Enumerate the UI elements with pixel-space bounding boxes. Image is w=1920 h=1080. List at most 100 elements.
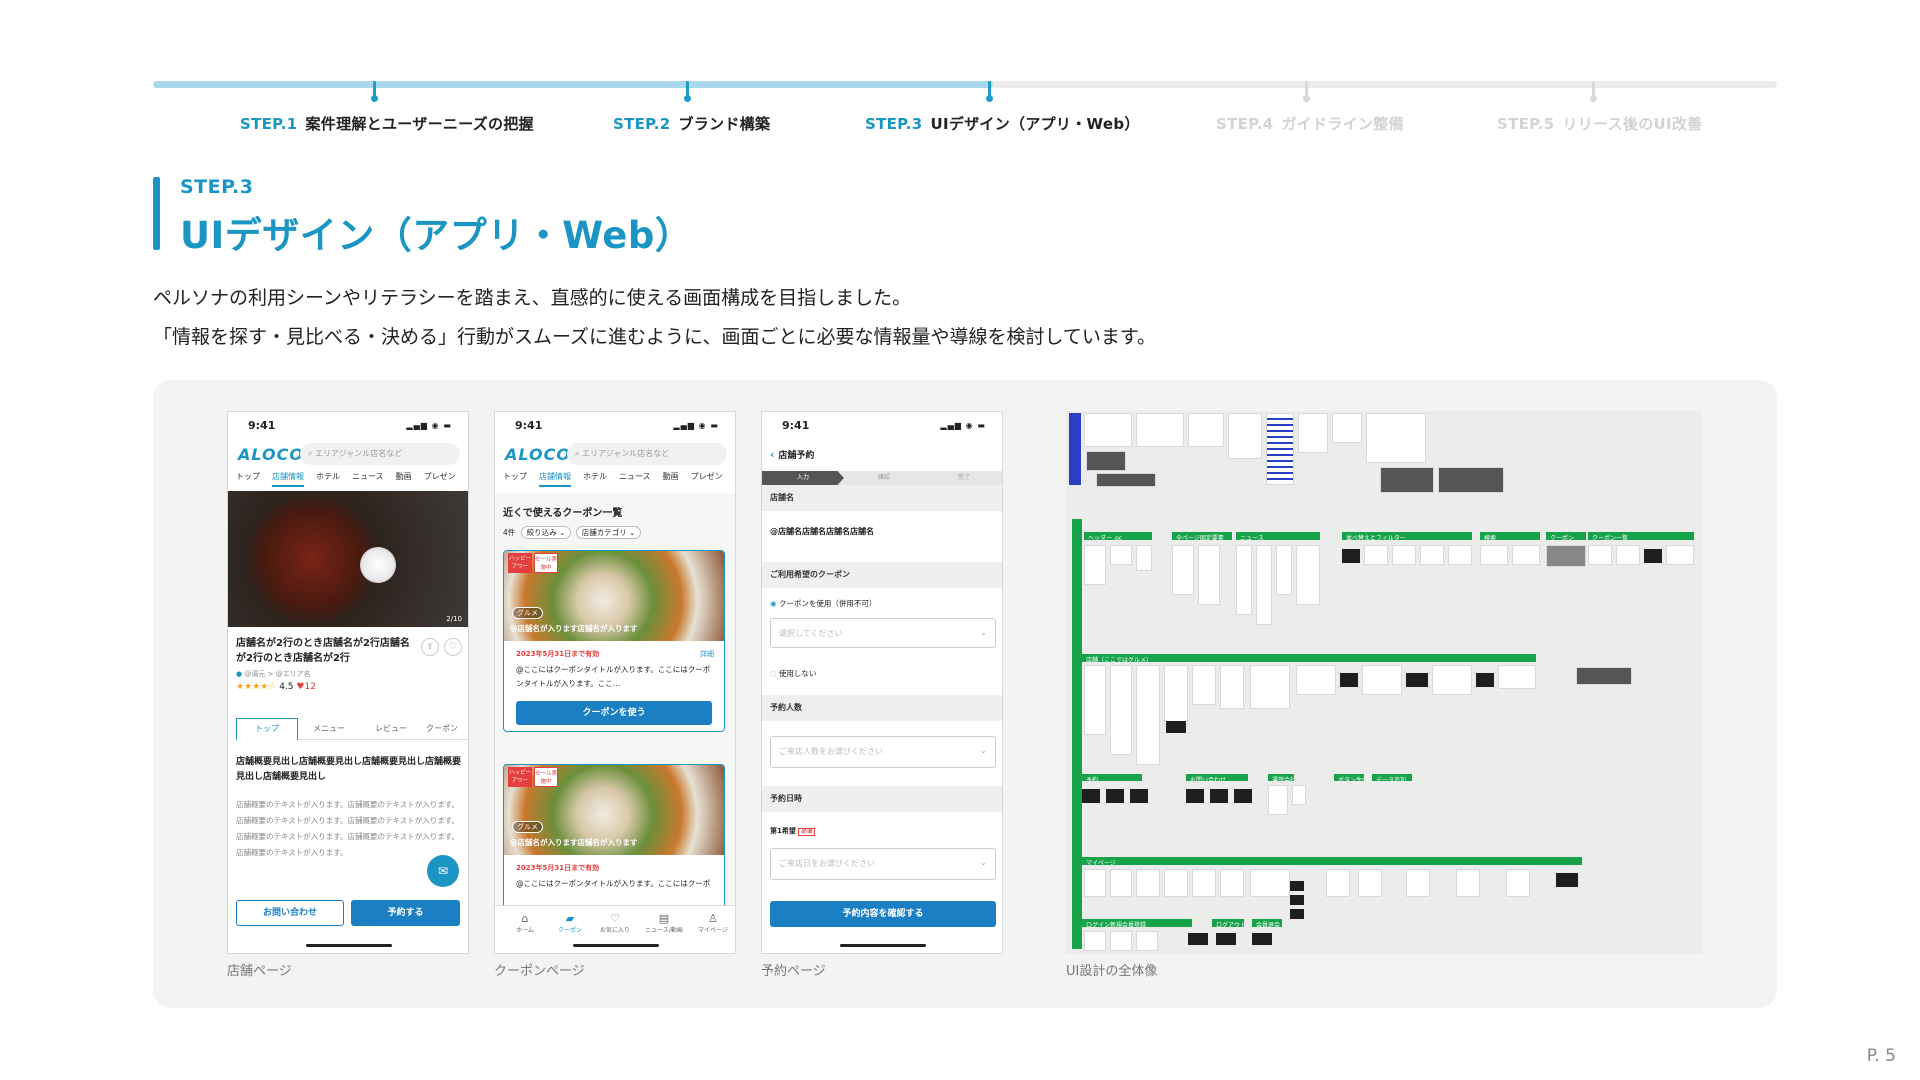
overview-section-label: 予約 bbox=[1082, 774, 1142, 781]
overview-card bbox=[1084, 413, 1132, 447]
overview-card bbox=[1188, 413, 1224, 447]
caption-coupon-page: クーポンページ bbox=[494, 964, 585, 979]
reserve-button[interactable]: 予約する bbox=[351, 900, 460, 926]
coupon-title: @ここにはクーポンタイトルが入ります。ここにはクーポンタイトルが入ります。ここ… bbox=[516, 665, 711, 688]
overview-card bbox=[1266, 413, 1294, 485]
shop-summary-body: 店舗概要のテキストが入ります。店舗概要のテキストが入ります。店舗概要のテキストが… bbox=[236, 800, 460, 857]
overview-card bbox=[1432, 665, 1472, 695]
nav-mypage[interactable]: ♙ マイページ bbox=[691, 912, 735, 934]
overview-card bbox=[1106, 789, 1124, 803]
overview-card bbox=[1136, 665, 1160, 765]
overview-card bbox=[1406, 869, 1430, 897]
overview-card bbox=[1326, 869, 1350, 897]
coupon-detail-link[interactable]: 詳細 bbox=[700, 649, 714, 659]
category-filter-button[interactable]: 店舗カテゴリ ⌄ bbox=[575, 526, 642, 539]
user-icon: ♙ bbox=[708, 912, 718, 925]
overview-card bbox=[1172, 545, 1194, 595]
no-coupon-radio[interactable]: ○ 使用しない bbox=[770, 668, 816, 679]
first-choice-label: 第1希望 必須 bbox=[770, 826, 816, 836]
overview-card bbox=[1380, 467, 1434, 493]
news-icon: ▤ bbox=[658, 912, 670, 925]
description-line-1: ペルソナの利用シーンやリテラシーを踏まえ、直感的に使える画面構成を目指しました。 bbox=[153, 287, 912, 309]
tab-news[interactable]: ニュース bbox=[352, 471, 384, 485]
shop-tab-top[interactable]: トップ bbox=[236, 718, 298, 740]
overview-section-label: 検索 bbox=[1480, 532, 1540, 540]
overview-card bbox=[1512, 545, 1540, 565]
search-input[interactable]: ⌕ エリアジャンル店名など bbox=[300, 443, 460, 465]
use-coupon-radio[interactable]: ◉ クーポンを使用（併用不可） bbox=[770, 598, 876, 609]
tab-shop-info[interactable]: 店舗情報 bbox=[539, 471, 571, 487]
coupon-card[interactable]: ハッピーアワー セール実施中 グルメ @店舗名が入ります店舗名が入ります 202… bbox=[503, 550, 725, 732]
overview-card bbox=[1084, 869, 1106, 897]
shop-tab-menu[interactable]: メニュー bbox=[298, 723, 360, 734]
overview-card bbox=[1084, 545, 1106, 585]
overview-card bbox=[1234, 789, 1252, 803]
shop-tab-coupon[interactable]: クーポン bbox=[422, 723, 462, 734]
step-marker-4 bbox=[1303, 81, 1310, 102]
nav-home[interactable]: ⌂ ホーム bbox=[505, 912, 545, 934]
overview-card bbox=[1136, 931, 1158, 951]
tab-top[interactable]: トップ bbox=[503, 471, 527, 485]
section-accent-bar bbox=[153, 177, 160, 250]
step-marker-1 bbox=[371, 81, 378, 102]
overview-card bbox=[1236, 545, 1252, 615]
tab-top[interactable]: トップ bbox=[236, 471, 260, 485]
overview-card bbox=[1588, 545, 1612, 565]
overview-card bbox=[1069, 413, 1081, 485]
overview-card bbox=[1192, 665, 1216, 705]
tab-video[interactable]: 動画 bbox=[663, 471, 679, 485]
tab-news[interactable]: ニュース bbox=[619, 471, 651, 485]
shop-tab-review[interactable]: レビュー bbox=[360, 723, 422, 734]
favorite-icon[interactable]: ♡ bbox=[444, 638, 462, 656]
overview-card bbox=[1292, 785, 1306, 805]
people-select[interactable]: ご来店人数をお選びください ⌄ bbox=[770, 736, 996, 768]
heart-icon: ♡ bbox=[610, 912, 620, 925]
overview-card bbox=[1136, 413, 1184, 447]
use-coupon-button[interactable]: クーポンを使う bbox=[516, 701, 712, 725]
overview-section-label: ボタン生成 bbox=[1334, 774, 1364, 781]
coupon-select[interactable]: 選択してください ⌄ bbox=[770, 618, 996, 648]
filter-button[interactable]: 絞り込み ⌄ bbox=[520, 526, 572, 539]
reservation-stepper: 入力 確認 完了 bbox=[762, 471, 1002, 485]
happy-hour-badge: ハッピーアワー bbox=[508, 767, 532, 787]
tab-hotel[interactable]: ホテル bbox=[583, 471, 607, 485]
nav-news[interactable]: ▤ ニュース/動画 bbox=[638, 912, 690, 934]
progress-track-fill bbox=[153, 81, 993, 88]
shop-summary-heading: 店舗概要見出し店舗概要見出し店舗概要見出し店舗概要見出し店舗概要見出し bbox=[236, 757, 462, 782]
step-marker-5 bbox=[1590, 81, 1597, 102]
back-header[interactable]: ‹ 店舗予約 bbox=[770, 448, 814, 461]
overview-section-label: お問い合わせ bbox=[1186, 774, 1248, 781]
overview-card bbox=[1188, 933, 1208, 945]
nav-coupon[interactable]: ▰ クーポン bbox=[550, 912, 590, 934]
overview-section-label: 運営会社 bbox=[1268, 774, 1294, 781]
star-icons: ★★★★☆ bbox=[236, 682, 277, 692]
overview-card bbox=[1448, 545, 1472, 565]
shop-hero-image[interactable]: 2/10 bbox=[228, 491, 468, 627]
coupon-label: ご利用希望のクーポン bbox=[762, 562, 1002, 588]
ticket-icon: ▰ bbox=[565, 912, 575, 925]
tab-present[interactable]: プレゼン bbox=[424, 471, 456, 485]
tab-hotel[interactable]: ホテル bbox=[316, 471, 340, 485]
chevron-down-icon: ⌄ bbox=[980, 858, 987, 867]
share-icon[interactable]: ⇪ bbox=[421, 638, 439, 656]
tab-video[interactable]: 動画 bbox=[396, 471, 412, 485]
overview-card bbox=[1666, 545, 1694, 565]
overview-card bbox=[1438, 467, 1504, 493]
overview-card bbox=[1342, 549, 1360, 563]
overview-card bbox=[1476, 673, 1494, 687]
overview-card bbox=[1186, 789, 1204, 803]
search-input[interactable]: ⌕ エリアジャンル店名など bbox=[567, 443, 727, 465]
overview-card bbox=[1290, 895, 1304, 905]
chat-icon[interactable]: ✉ bbox=[427, 855, 459, 887]
overview-card bbox=[1250, 869, 1290, 897]
overview-card bbox=[1296, 545, 1320, 605]
shop-page-mockup: 9:41 ▂▄▆ ◉ ▬ ALOCO ⌕ エリアジャンル店名など トップ 店舗情報ホ… bbox=[227, 411, 469, 954]
tab-shop-info[interactable]: 店舗情報 bbox=[272, 471, 304, 487]
overview-card bbox=[1210, 789, 1228, 803]
date-select[interactable]: ご来店日をお選びください ⌄ bbox=[770, 848, 996, 880]
section-step: STEP.3 bbox=[180, 176, 254, 198]
nav-favorite[interactable]: ♡ お気に入り bbox=[593, 912, 637, 934]
inquiry-button[interactable]: お問い合わせ bbox=[236, 900, 344, 926]
confirm-reservation-button[interactable]: 予約内容を確認する bbox=[770, 901, 996, 927]
tab-present[interactable]: プレゼン bbox=[691, 471, 723, 485]
